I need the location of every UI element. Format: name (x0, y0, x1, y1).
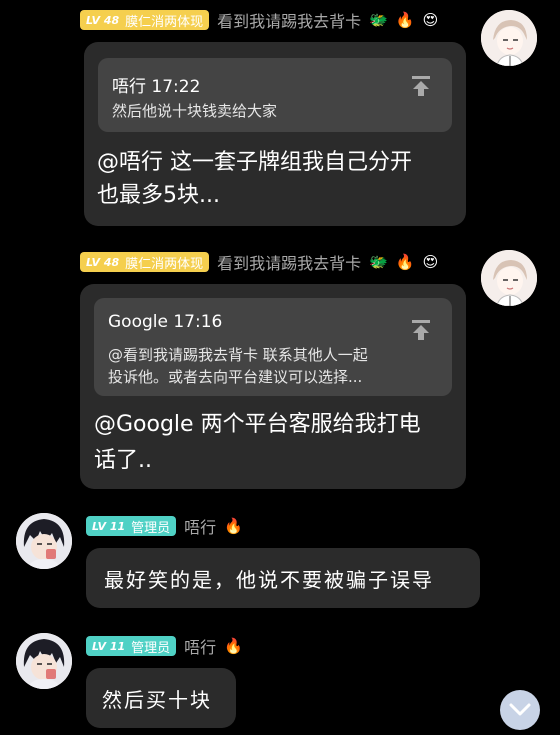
avatar[interactable] (481, 10, 537, 66)
fire-emoji-icon: 🔥 (224, 517, 243, 535)
message-header: LV 48 膜仁消两体现 看到我请踢我去背卡 🐲 🔥 😍 (80, 8, 438, 32)
member-title: 管理员 (131, 640, 171, 656)
level-label: LV 48 (86, 255, 120, 269)
level-badge: LV 11 管理员 (86, 636, 177, 656)
jump-to-quote-icon[interactable] (412, 320, 430, 340)
dragon-emoji-icon: 🐲 (369, 11, 388, 29)
quote-text: 然后他说十块钱卖给大家 (112, 102, 278, 120)
avatar-anime-icon (16, 513, 72, 569)
scroll-to-bottom-button[interactable] (500, 690, 540, 730)
message-text: 最好笑的是，他说不要被骗子误导 (104, 568, 434, 592)
smile-emoji-icon: 😍 (422, 11, 439, 29)
avatar[interactable] (481, 250, 537, 306)
level-badge: LV 48 膜仁消两体现 (80, 252, 210, 272)
avatar-illustration-icon (481, 250, 537, 306)
avatar-anime-icon (16, 633, 72, 689)
sender-name[interactable]: 看到我请踢我去背卡 (217, 250, 361, 274)
dragon-emoji-icon: 🐲 (369, 253, 388, 271)
avatar[interactable] (16, 633, 72, 689)
message-header: LV 11 管理员 唔行 🔥 (86, 514, 243, 538)
level-badge: LV 48 膜仁消两体现 (80, 10, 210, 30)
message-bubble[interactable]: 然后买十块 (86, 668, 236, 728)
smile-emoji-icon: 😍 (422, 253, 439, 271)
sender-name[interactable]: 看到我请踢我去背卡 (217, 8, 361, 32)
message-text-line-1: @Google 两个平台客服给我打电 (94, 412, 421, 437)
quoted-message[interactable]: Google 17:16 @看到我请踢我去背卡 联系其他人一起 投诉他。或者去向… (94, 298, 452, 396)
message-text-line-2: 话了.. (94, 448, 152, 473)
fire-emoji-icon: 🔥 (395, 11, 415, 29)
level-label: LV 48 (86, 13, 120, 27)
member-title: 管理员 (131, 520, 171, 536)
sender-name[interactable]: 唔行 (184, 514, 216, 538)
message-header: LV 48 膜仁消两体现 看到我请踢我去背卡 🐲 🔥 😍 (80, 250, 438, 274)
fire-emoji-icon: 🔥 (395, 253, 415, 271)
sender-name[interactable]: 唔行 (184, 634, 216, 658)
quote-text-line-1: @看到我请踢我去背卡 联系其他人一起 (108, 346, 368, 364)
quote-author-time: Google 17:16 (108, 312, 223, 332)
quoted-message[interactable]: 唔行 17:22 然后他说十块钱卖给大家 (98, 58, 452, 132)
quote-author-time: 唔行 17:22 (112, 77, 201, 97)
message-text: 然后买十块 (102, 688, 212, 712)
jump-to-quote-icon[interactable] (412, 76, 430, 96)
level-label: LV 11 (92, 639, 126, 653)
message-bubble[interactable]: 最好笑的是，他说不要被骗子误导 (86, 548, 480, 608)
message-bubble[interactable]: Google 17:16 @看到我请踢我去背卡 联系其他人一起 投诉他。或者去向… (80, 284, 466, 489)
message-text-line-1: @唔行 这一套子牌组我自己分开 (97, 150, 412, 175)
message-text-line-2: 也最多5块... (97, 183, 220, 208)
avatar[interactable] (16, 513, 72, 569)
quote-text-line-2: 投诉他。或者去向平台建议可以选择... (108, 368, 363, 386)
level-label: LV 11 (92, 519, 126, 533)
member-title: 膜仁消两体现 (125, 14, 204, 30)
level-badge: LV 11 管理员 (86, 516, 177, 536)
message-header: LV 11 管理员 唔行 🔥 (86, 634, 243, 658)
fire-emoji-icon: 🔥 (224, 637, 243, 655)
message-bubble[interactable]: 唔行 17:22 然后他说十块钱卖给大家 @唔行 这一套子牌组我自己分开 也最多… (84, 42, 466, 226)
chevron-down-icon (509, 703, 531, 716)
avatar-illustration-icon (481, 10, 537, 66)
member-title: 膜仁消两体现 (125, 256, 204, 272)
